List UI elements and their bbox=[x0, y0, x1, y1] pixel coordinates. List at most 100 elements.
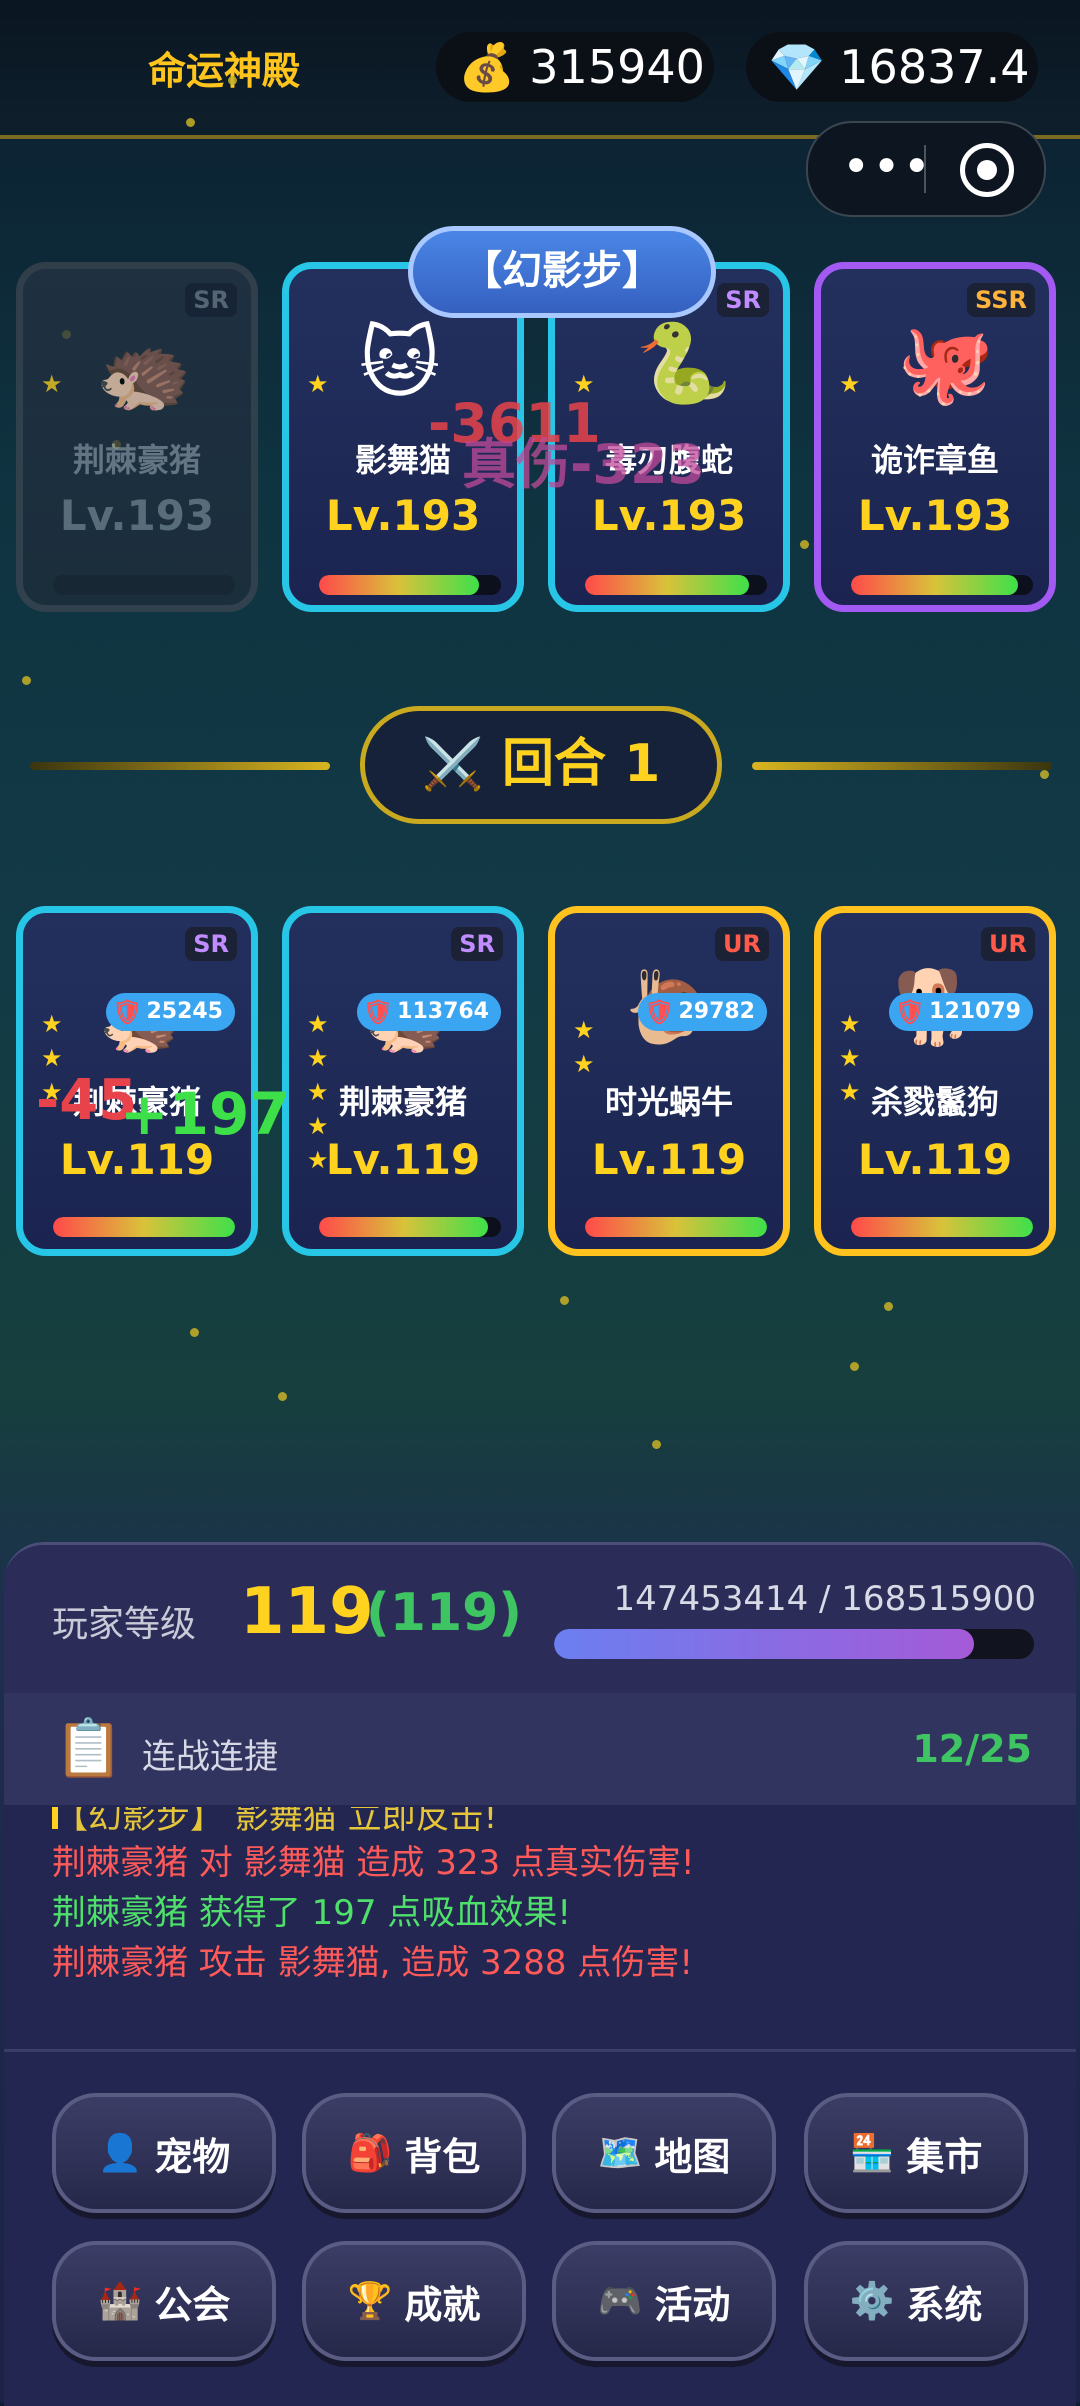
more-menu-icon[interactable]: ••• bbox=[842, 139, 933, 195]
shield-value: 29782 bbox=[678, 999, 755, 1024]
pet-level: Lv.193 bbox=[857, 491, 1013, 540]
gem-counter: 💎 16837.4 bbox=[746, 32, 1038, 102]
round-line-right bbox=[752, 762, 1052, 770]
round-indicator: ⚔️ 回合 1 bbox=[360, 706, 722, 824]
hp-bar bbox=[319, 575, 501, 595]
bottom-panel: 玩家等级 119 (119) 147453414 / 168515900 📋 连… bbox=[4, 1542, 1076, 2406]
shield-icon: 🛡 bbox=[111, 998, 143, 1026]
button-label: 集市 bbox=[906, 2134, 983, 2179]
ally-card-3[interactable]: UR ★ ★ 🐌 🛡29782 时光蜗牛 Lv.119 bbox=[548, 906, 790, 1256]
pets-button[interactable]: 👤 宠物 bbox=[52, 2093, 276, 2213]
pet-name: 时光蜗牛 bbox=[604, 1083, 733, 1121]
rarity-badge: UR bbox=[981, 927, 1035, 961]
battle-log[interactable]: 【幻影步】 影舞猫 立即反击! 荆棘豪猪 对 影舞猫 造成 323 点真实伤害!… bbox=[4, 1807, 1076, 2057]
hp-fill bbox=[319, 1217, 489, 1237]
pet-name: 荆棘豪猪 bbox=[338, 1083, 467, 1121]
map-icon: 🗺️ bbox=[597, 2133, 643, 2174]
star-icon: ★ bbox=[573, 1050, 595, 1078]
star-icon: ★ bbox=[839, 370, 861, 398]
crossed-swords-icon: ⚔️ bbox=[421, 735, 484, 793]
money-bag-icon: 💰 bbox=[458, 39, 516, 94]
hp-bar bbox=[319, 1217, 501, 1237]
shield-icon: 🛡 bbox=[362, 998, 394, 1026]
particle bbox=[228, 76, 237, 85]
hp-bar bbox=[585, 575, 767, 595]
enemy-card-4[interactable]: SSR ★ 🐙 诡诈章鱼 Lv.193 bbox=[814, 262, 1056, 612]
ally-card-4[interactable]: UR ★ ★ ★ 🐕 🛡121079 杀戮鬣狗 Lv.119 bbox=[814, 906, 1056, 1256]
hp-bar bbox=[585, 1217, 767, 1237]
store-icon: 🏪 bbox=[849, 2133, 895, 2174]
shield-badge: 🛡 25245 bbox=[105, 993, 235, 1031]
hp-bar bbox=[53, 1217, 235, 1237]
pet-icon: 👤 bbox=[97, 2133, 143, 2174]
exp-bar bbox=[554, 1629, 1034, 1659]
map-button[interactable]: 🗺️ 地图 bbox=[552, 2093, 776, 2213]
backpack-button[interactable]: 🎒 背包 bbox=[302, 2093, 526, 2213]
events-button[interactable]: 🎮 活动 bbox=[552, 2241, 776, 2361]
hp-fill bbox=[851, 575, 1019, 595]
exp-text: 147453414 / 168515900 bbox=[613, 1579, 1036, 1619]
star-icon: ★ bbox=[307, 370, 329, 398]
diamond-icon: 💎 bbox=[768, 39, 826, 94]
rarity-badge: UR bbox=[715, 927, 769, 961]
rarity-badge: SR bbox=[717, 283, 769, 317]
exp-fill bbox=[554, 1629, 974, 1659]
hp-fill bbox=[53, 1217, 235, 1237]
top-bar: 命运神殿 💰 315940 💎 16837.4 bbox=[0, 0, 1080, 139]
true-damage-popup: 真伤-323 bbox=[462, 433, 706, 496]
button-label: 系统 bbox=[906, 2282, 983, 2327]
shield-value: 121079 bbox=[929, 999, 1021, 1024]
button-label: 宠物 bbox=[154, 2134, 231, 2179]
system-button[interactable]: ⚙️ 系统 bbox=[804, 2241, 1028, 2361]
gem-amount: 16837.4 bbox=[839, 40, 1030, 94]
hp-fill bbox=[585, 1217, 767, 1237]
market-button[interactable]: 🏪 集市 bbox=[804, 2093, 1028, 2213]
log-line: 荆棘豪猪 攻击 影舞猫, 造成 3288 点伤害! bbox=[52, 1943, 694, 1983]
pet-level: Lv.193 bbox=[59, 491, 215, 540]
rarity-badge: SR bbox=[451, 927, 503, 961]
button-label: 活动 bbox=[654, 2282, 731, 2327]
ally-card-2[interactable]: SR ★ ★ ★ ★ ★ 🦔 🛡113764 荆棘豪猪 Lv.119 bbox=[282, 906, 524, 1256]
round-label: 回合 1 bbox=[501, 734, 661, 794]
enemy-card-1[interactable]: SR ★ 🦔 荆棘豪猪 Lv.193 bbox=[16, 262, 258, 612]
hedgehog-avatar-icon: 🦔 bbox=[95, 329, 193, 419]
star-icon: ★ bbox=[41, 370, 63, 398]
hp-bar bbox=[53, 575, 235, 595]
shield-icon: 🛡 bbox=[894, 998, 926, 1026]
player-level-value: 119 bbox=[240, 1575, 374, 1649]
pet-level: Lv.119 bbox=[325, 1135, 481, 1184]
heal-popup: +197 bbox=[120, 1080, 290, 1148]
particle bbox=[884, 1302, 893, 1311]
achievements-button[interactable]: 🏆 成就 bbox=[302, 2241, 526, 2361]
close-target-icon[interactable] bbox=[960, 143, 1014, 197]
pet-level: Lv.119 bbox=[591, 1135, 747, 1184]
log-line: 荆棘豪猪 对 影舞猫 造成 323 点真实伤害! bbox=[52, 1843, 695, 1883]
streak-row[interactable]: 📋 连战连捷 12/25 bbox=[4, 1693, 1076, 1805]
particle bbox=[800, 540, 809, 549]
hp-bar bbox=[851, 575, 1033, 595]
gold-counter: 💰 315940 bbox=[436, 32, 714, 102]
rarity-badge: SR bbox=[185, 927, 237, 961]
particle bbox=[652, 1440, 661, 1449]
guild-button[interactable]: 🏰 公会 bbox=[52, 2241, 276, 2361]
snake-avatar-icon: 🐍 bbox=[635, 319, 733, 409]
pet-name: 诡诈章鱼 bbox=[870, 441, 999, 479]
mini-program-capsule: ••• bbox=[806, 121, 1046, 217]
particle bbox=[1040, 770, 1049, 779]
shield-badge: 🛡 113764 bbox=[356, 993, 501, 1031]
shield-badge: 🛡 121079 bbox=[888, 993, 1033, 1031]
particle bbox=[190, 1328, 199, 1337]
rarity-badge: SSR bbox=[967, 283, 1035, 317]
gear-icon: ⚙️ bbox=[849, 2281, 895, 2322]
button-label: 地图 bbox=[654, 2134, 731, 2179]
log-line-partial: 【幻影步】 影舞猫 立即反击! bbox=[54, 1807, 498, 1837]
clipboard-icon: 📋 bbox=[54, 1716, 124, 1781]
hp-fill bbox=[319, 575, 480, 595]
shield-icon: 🛡 bbox=[643, 998, 675, 1026]
button-label: 公会 bbox=[154, 2282, 231, 2327]
player-level-row: 玩家等级 119 (119) 147453414 / 168515900 bbox=[4, 1545, 1076, 1693]
particle bbox=[278, 1392, 287, 1401]
button-label: 背包 bbox=[404, 2134, 481, 2179]
streak-label: 连战连捷 bbox=[142, 1737, 278, 1777]
capsule-divider bbox=[924, 145, 926, 193]
